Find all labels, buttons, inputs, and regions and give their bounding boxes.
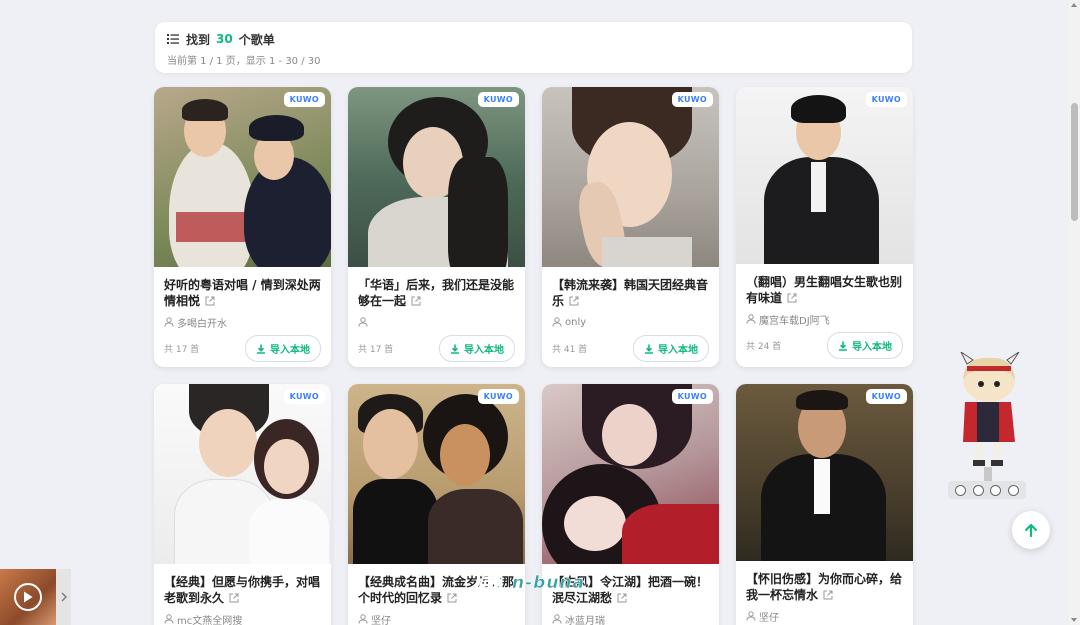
download-icon [257,344,265,354]
result-count: 30 [216,32,233,46]
playlist-cover[interactable]: KUWO [542,384,719,564]
playlist-card[interactable]: KUWO 【韩流来袭】韩国天团经典音乐 only 共 41 首 导入本地 [542,87,719,367]
playlist-cover[interactable]: KUWO [736,87,913,264]
user-icon [552,614,562,624]
search-summary: 找到 30 个歌单 当前第 1 / 1 页，显示 1 - 30 / 30 [155,22,912,73]
download-icon [451,344,459,354]
user-icon [358,614,368,624]
scroll-up-arrow[interactable] [1071,3,1077,7]
playlist-card[interactable]: KUWO 「华语」后来，我们还是没能够在一起 共 17 首 导入本地 [348,87,525,367]
scrollbar-thumb[interactable] [1071,103,1078,221]
play-icon [24,591,33,603]
profile-icon[interactable] [955,484,967,496]
playlist-title[interactable]: 【经典】但愿与你携手，对唱老歌到永久 [164,575,320,605]
import-local-button[interactable]: 导入本地 [439,335,515,362]
player-expand-button[interactable] [56,569,71,625]
summary-prefix: 找到 [186,32,211,47]
source-badge: KUWO [671,389,713,404]
playlist-author: 多喝白开水 [177,318,227,330]
arrow-up-icon [1024,523,1038,538]
desktop-lyric: 词：n-buna [476,573,586,594]
mini-player [0,569,71,625]
source-badge: KUWO [477,389,519,404]
import-local-button[interactable]: 导入本地 [245,335,321,362]
back-to-top-button[interactable] [1012,511,1050,549]
song-count: 共 17 首 [164,345,200,355]
playlist-cover[interactable]: KUWO [154,87,331,267]
external-link-icon[interactable] [205,296,215,306]
external-link-icon[interactable] [411,296,421,306]
user-icon [746,314,756,324]
source-badge: KUWO [477,92,519,107]
playlist-title[interactable]: 「华语」后来，我们还是没能够在一起 [358,278,514,308]
chevron-right-icon [61,592,67,602]
playlist-author: mc文燕全网搜 [177,615,243,625]
external-link-icon[interactable] [823,590,833,600]
user-icon [552,317,562,327]
playlist-title[interactable]: 好听的粤语对唱 / 情到深处两情相悦 [164,278,321,308]
playlist-cover[interactable]: KUWO [348,384,525,564]
playlist-card[interactable]: KUWO 【怀旧伤感】为你而心碎，给我一杯忘情水 坚仔 [736,384,913,625]
download-icon [839,341,847,351]
playlist-title[interactable]: （翻唱）男生翻唱女生歌也别有味道 [746,275,902,305]
user-icon [164,317,174,327]
external-link-icon[interactable] [569,296,579,306]
playlist-cover[interactable]: KUWO [154,384,331,564]
song-count: 共 17 首 [358,345,394,355]
playlist-author: 冰蓝月瑞 [565,615,605,625]
external-link-icon[interactable] [617,593,627,603]
social-links [948,481,1026,499]
song-count: 共 41 首 [552,345,588,355]
source-badge: KUWO [865,92,907,107]
scrollbar[interactable] [1068,0,1080,625]
summary-suffix: 个歌单 [238,32,275,47]
playlist-cover[interactable]: KUWO [348,87,525,267]
import-local-button[interactable]: 导入本地 [633,335,709,362]
playlist-card[interactable]: KUWO （翻唱）男生翻唱女生歌也别有味道 魔宫车载DJ阿飞 共 24 首 导入… [736,87,913,367]
playlist-author: 魔宫车载DJ阿飞 [759,315,830,327]
user-icon [746,611,756,621]
source-badge: KUWO [865,389,907,404]
external-link-icon[interactable] [447,593,457,603]
playlist-cover[interactable]: KUWO [542,87,719,267]
play-button[interactable] [14,583,42,611]
external-link-icon[interactable] [229,593,239,603]
scroll-down-arrow[interactable] [1071,618,1077,622]
mascot-widget[interactable] [955,352,1025,482]
github-icon[interactable] [990,484,1002,496]
external-link-icon[interactable] [787,293,797,303]
song-count: 共 24 首 [746,342,782,352]
playlist-author: only [565,316,587,328]
user-icon [164,614,174,624]
pagination-info: 当前第 1 / 1 页，显示 1 - 30 / 30 [167,56,321,67]
album-art[interactable] [0,569,56,625]
user-icon [358,317,368,327]
playlist-author: 坚仔 [371,615,391,625]
source-badge: KUWO [671,92,713,107]
playlist-card[interactable]: KUWO 【经典】但愿与你携手，对唱老歌到永久 mc文燕全网搜 [154,384,331,625]
source-badge: KUWO [283,92,325,107]
import-local-button[interactable]: 导入本地 [827,332,903,359]
settings-icon[interactable] [1007,484,1019,496]
download-icon [645,344,653,354]
wechat-icon[interactable] [972,484,984,496]
playlist-cover[interactable]: KUWO [736,384,913,561]
list-icon [167,34,179,44]
source-badge: KUWO [283,389,325,404]
playlist-author: 坚仔 [759,612,779,624]
playlist-card[interactable]: KUWO 好听的粤语对唱 / 情到深处两情相悦 多喝白开水 共 17 首 导入本… [154,87,331,367]
